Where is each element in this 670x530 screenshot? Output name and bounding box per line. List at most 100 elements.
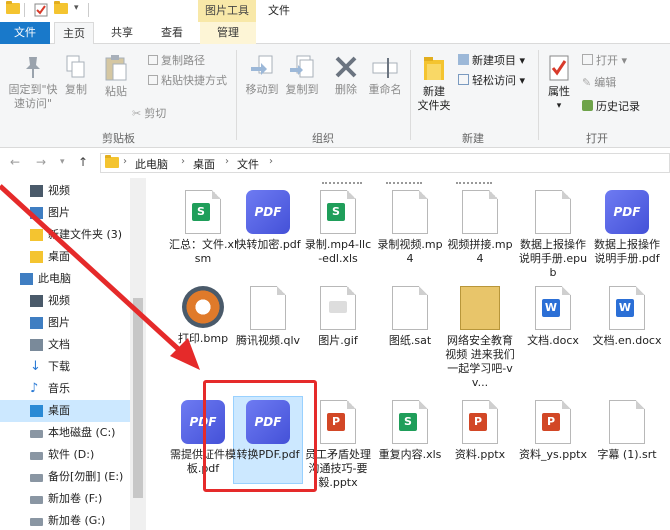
address-bar[interactable]: › 此电脑 › 桌面 › 文件 › — [100, 153, 670, 173]
nav-item[interactable]: 备份[勿删] (E:) — [0, 466, 130, 488]
pin-quick-access-button[interactable]: 固定到"快速访问" — [4, 54, 62, 111]
new-item-button[interactable]: 新建项目 ▾ — [458, 54, 525, 68]
new-folder-qa-icon[interactable] — [54, 1, 68, 17]
forward-arrow-icon[interactable]: → — [36, 155, 46, 169]
file-name: 数据上报操作说明手册.pdf — [594, 238, 660, 265]
nav-item[interactable]: 新加卷 (G:) — [0, 510, 130, 530]
file-name: 资料.pptx — [454, 448, 506, 461]
nav-item[interactable]: 新加卷 (F:) — [0, 488, 130, 510]
history-button[interactable]: 历史记录 — [582, 100, 640, 114]
nav-item[interactable]: 桌面 — [0, 400, 130, 422]
file-item[interactable]: 网络安全教育视频 进来我们一起学习吧-vv... — [445, 286, 515, 390]
xls-badge-icon: S — [327, 203, 345, 221]
file-item[interactable]: S 重复内容.xls — [375, 400, 445, 462]
new-item-label: 新建项目 — [472, 54, 516, 67]
paste-button[interactable]: 粘贴 — [100, 54, 132, 99]
clipped-label — [322, 178, 362, 184]
delete-button[interactable]: 删除 — [330, 54, 362, 97]
nav-item[interactable]: 本地磁盘 (C:) — [0, 422, 130, 444]
file-item[interactable]: 图纸.sat — [375, 286, 445, 348]
up-arrow-icon[interactable]: ↑ — [78, 155, 88, 169]
tab-manage[interactable]: 管理 — [200, 22, 256, 44]
copy-button[interactable]: 复制 — [62, 54, 90, 97]
paste-label: 粘贴 — [105, 85, 127, 98]
file-name: 文档.en.docx — [592, 334, 662, 347]
file-item[interactable]: PDF 数据上报操作说明手册.pdf — [592, 190, 662, 266]
paste-shortcut-button[interactable]: 粘贴快捷方式 — [148, 74, 227, 88]
delete-label: 删除 — [335, 83, 357, 96]
generic-file-icon — [392, 286, 428, 330]
word-file-icon: W — [535, 286, 571, 330]
open-label: 打开 — [596, 54, 618, 67]
picture-tools-label: 图片工具 — [198, 0, 256, 22]
excel-file-icon: S — [320, 190, 356, 234]
file-item[interactable]: 数据上报操作说明手册.epub — [518, 190, 588, 280]
breadcrumb-separator: › — [269, 156, 273, 167]
edit-label: 编辑 — [594, 76, 617, 89]
cut-button[interactable]: ✂ 剪切 — [132, 107, 166, 121]
properties-button[interactable]: 属性 ▾ — [542, 54, 576, 113]
pin-quick-access-label: 固定到"快速访问" — [8, 83, 58, 110]
file-item[interactable]: P 资料.pptx — [445, 400, 515, 462]
move-to-button[interactable]: 移动到 — [242, 54, 282, 97]
tab-view[interactable]: 查看 — [150, 22, 194, 44]
file-item[interactable]: P 资料_ys.pptx — [518, 400, 588, 462]
tab-file[interactable]: 文件 — [0, 22, 50, 44]
file-item[interactable]: S 录制.mp4-llc-edl.xls — [303, 190, 373, 266]
file-name: 图纸.sat — [388, 334, 432, 347]
desktop-icon — [30, 405, 43, 417]
file-item[interactable]: 录制视频.mp4 — [375, 190, 445, 266]
generic-file-icon — [462, 190, 498, 234]
back-arrow-icon[interactable]: ← — [10, 155, 20, 169]
open-icon — [582, 54, 593, 65]
new-folder-button[interactable]: 新建 文件夹 — [414, 54, 454, 113]
properties-icon — [549, 55, 569, 81]
file-name: 文档.docx — [527, 334, 579, 347]
copy-path-label: 复制路径 — [161, 54, 205, 67]
pdf-file-icon: PDF — [605, 190, 649, 234]
recent-locations-icon[interactable]: ▾ — [60, 157, 65, 167]
file-item[interactable]: 字幕 (1).srt — [592, 400, 662, 462]
nav-item-label: 本地磁盘 (C:) — [48, 426, 116, 439]
history-label: 历史记录 — [596, 100, 640, 113]
file-item[interactable]: W 文档.docx — [518, 286, 588, 348]
copy-to-button[interactable]: 复制到 — [284, 54, 320, 97]
word-file-icon: W — [609, 286, 645, 330]
annotation-arrow — [0, 184, 200, 370]
copy-path-button[interactable]: 复制路径 — [148, 54, 205, 68]
ppt-badge-icon: P — [327, 413, 345, 431]
easy-access-button[interactable]: 轻松访问 ▾ — [458, 74, 525, 88]
file-item[interactable]: PDF 快转加密.pdf — [233, 190, 303, 252]
open-button[interactable]: 打开 ▾ — [582, 54, 627, 68]
file-name: 录制视频.mp4 — [377, 238, 443, 265]
drive-icon — [30, 430, 43, 438]
easy-access-icon — [458, 74, 469, 85]
rename-button[interactable]: 重命名 — [366, 54, 404, 97]
nav-item[interactable]: 软件 (D:) — [0, 444, 130, 466]
copy-path-icon — [148, 55, 158, 65]
gif-preview-icon — [329, 301, 347, 313]
xls-badge-icon: S — [399, 413, 417, 431]
file-item[interactable]: 视频拼接.mp4 — [445, 190, 515, 266]
customize-qa-icon[interactable]: ▾ — [74, 3, 88, 17]
new-folder-icon — [424, 57, 444, 80]
file-item[interactable]: 图片.gif — [303, 286, 373, 348]
tab-home[interactable]: 主页 — [54, 22, 94, 45]
divider — [88, 3, 89, 17]
properties-check-icon[interactable] — [34, 3, 48, 17]
breadcrumb-files[interactable]: 文件 — [237, 156, 259, 172]
file-item[interactable]: 腾讯视频.qlv — [233, 286, 303, 348]
ribbon-tabs: 文件 主页 共享 查看 管理 — [0, 22, 670, 45]
drive-icon — [30, 452, 43, 460]
breadcrumb-desktop[interactable]: 桌面 — [193, 156, 215, 172]
window-title: 文件 — [268, 4, 290, 17]
tab-share[interactable]: 共享 — [100, 22, 144, 44]
paste-shortcut-icon — [148, 75, 158, 85]
nav-item-label: 备份[勿删] (E:) — [48, 470, 124, 483]
file-item[interactable]: W 文档.en.docx — [592, 286, 662, 348]
delete-x-icon — [335, 56, 357, 78]
edit-button[interactable]: ✎ 编辑 — [582, 76, 616, 90]
generic-file-icon — [250, 286, 286, 330]
breadcrumb-this-pc[interactable]: 此电脑 — [135, 156, 168, 172]
copy-to-icon — [290, 55, 314, 78]
